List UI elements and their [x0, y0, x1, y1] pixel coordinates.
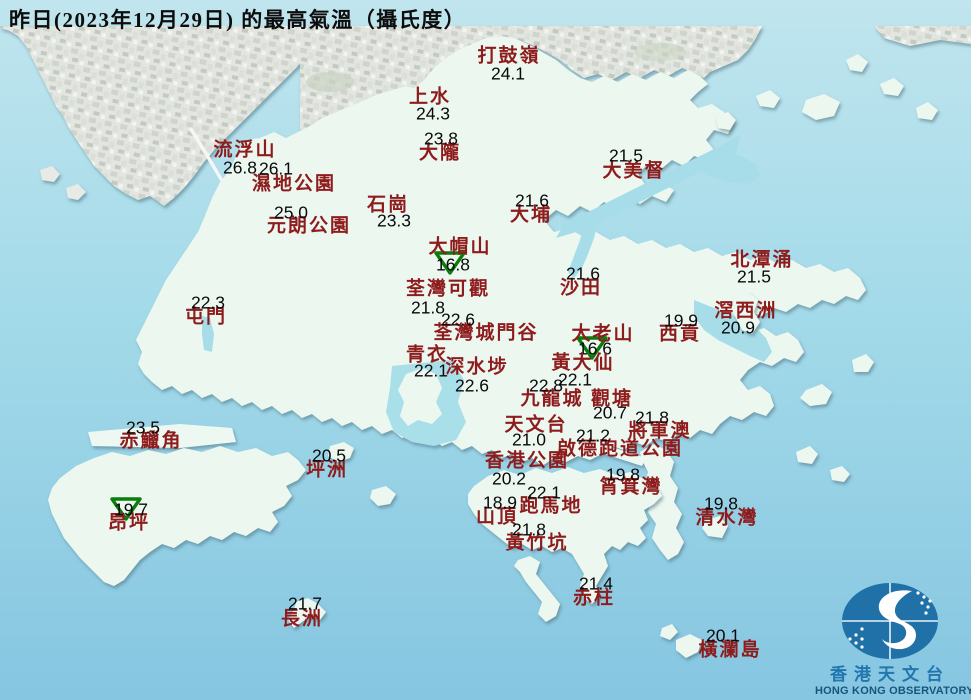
station-temperature-value: 21.5: [608, 145, 644, 166]
station-temperature-value: 21.8: [511, 519, 547, 540]
station-temperature-value: 20.9: [720, 317, 756, 338]
station-temperature-value: 19.8: [605, 464, 641, 485]
station-temperature-value: 22.8: [528, 375, 564, 396]
station-temperature-value: 22.1: [557, 369, 593, 390]
station-temperature-value: 21.0: [511, 429, 547, 450]
station-temperature-value: 23.5: [125, 417, 161, 438]
station-temperature-value: 22.6: [440, 309, 476, 330]
station-temperature-value: 24.1: [490, 63, 526, 84]
weather-map-page: 昨日(2023年12月29日) 的最高氣溫（攝氏度） 打鼓嶺 24.1 上水 24.3…: [0, 0, 971, 700]
hko-logo: 香港天文台 HONG KONG OBSERVATORY: [815, 581, 971, 698]
station-temperature-value: 20.5: [311, 445, 347, 466]
station-temperature-value: 22.6: [454, 375, 490, 396]
station-temperature-value: 21.2: [575, 425, 611, 446]
station-temperature-value: 20.1: [705, 625, 741, 646]
station-temperature-value: 21.4: [578, 573, 614, 594]
station-name-label: 深水埗: [445, 356, 509, 378]
station-temperature-value: 19.9: [663, 310, 699, 331]
station-temperature-value: 22.3: [190, 292, 226, 313]
station-temperature-value: 21.7: [287, 593, 323, 614]
station-temperature-value: 19.7: [113, 499, 149, 520]
station-temperature-value: 26.1: [258, 158, 294, 179]
station-temperature-value: 21.6: [565, 263, 601, 284]
hko-logo-name-zh: 香港天文台: [830, 665, 950, 685]
hko-logo-name-en: HONG KONG OBSERVATORY: [815, 684, 971, 697]
station-temperature-value: 21.8: [634, 407, 670, 428]
station-temperature-value: 20.2: [491, 468, 527, 489]
station-temperature-value: 22.1: [413, 360, 449, 381]
station-temperature-value: 16.8: [435, 254, 471, 275]
station-temperature-value: 18.9: [482, 492, 518, 513]
station-temperature-value: 24.3: [415, 103, 451, 124]
station-temperature-value: 23.3: [376, 210, 412, 231]
station-temperature-value: 25.0: [273, 202, 309, 223]
station-temperature-value: 22.1: [526, 482, 562, 503]
station-temperature-value: 21.6: [514, 190, 550, 211]
station-temperature-value: 23.8: [423, 128, 459, 149]
station-temperature-value: 19.8: [703, 493, 739, 514]
hko-logo-icon: [842, 583, 938, 660]
station-temperature-value: 20.7: [592, 402, 628, 423]
station-name-label: 荃灣可觀: [405, 278, 491, 300]
station-temperature-value: 21.8: [410, 297, 446, 318]
station-temperature-value: 21.5: [736, 266, 772, 287]
